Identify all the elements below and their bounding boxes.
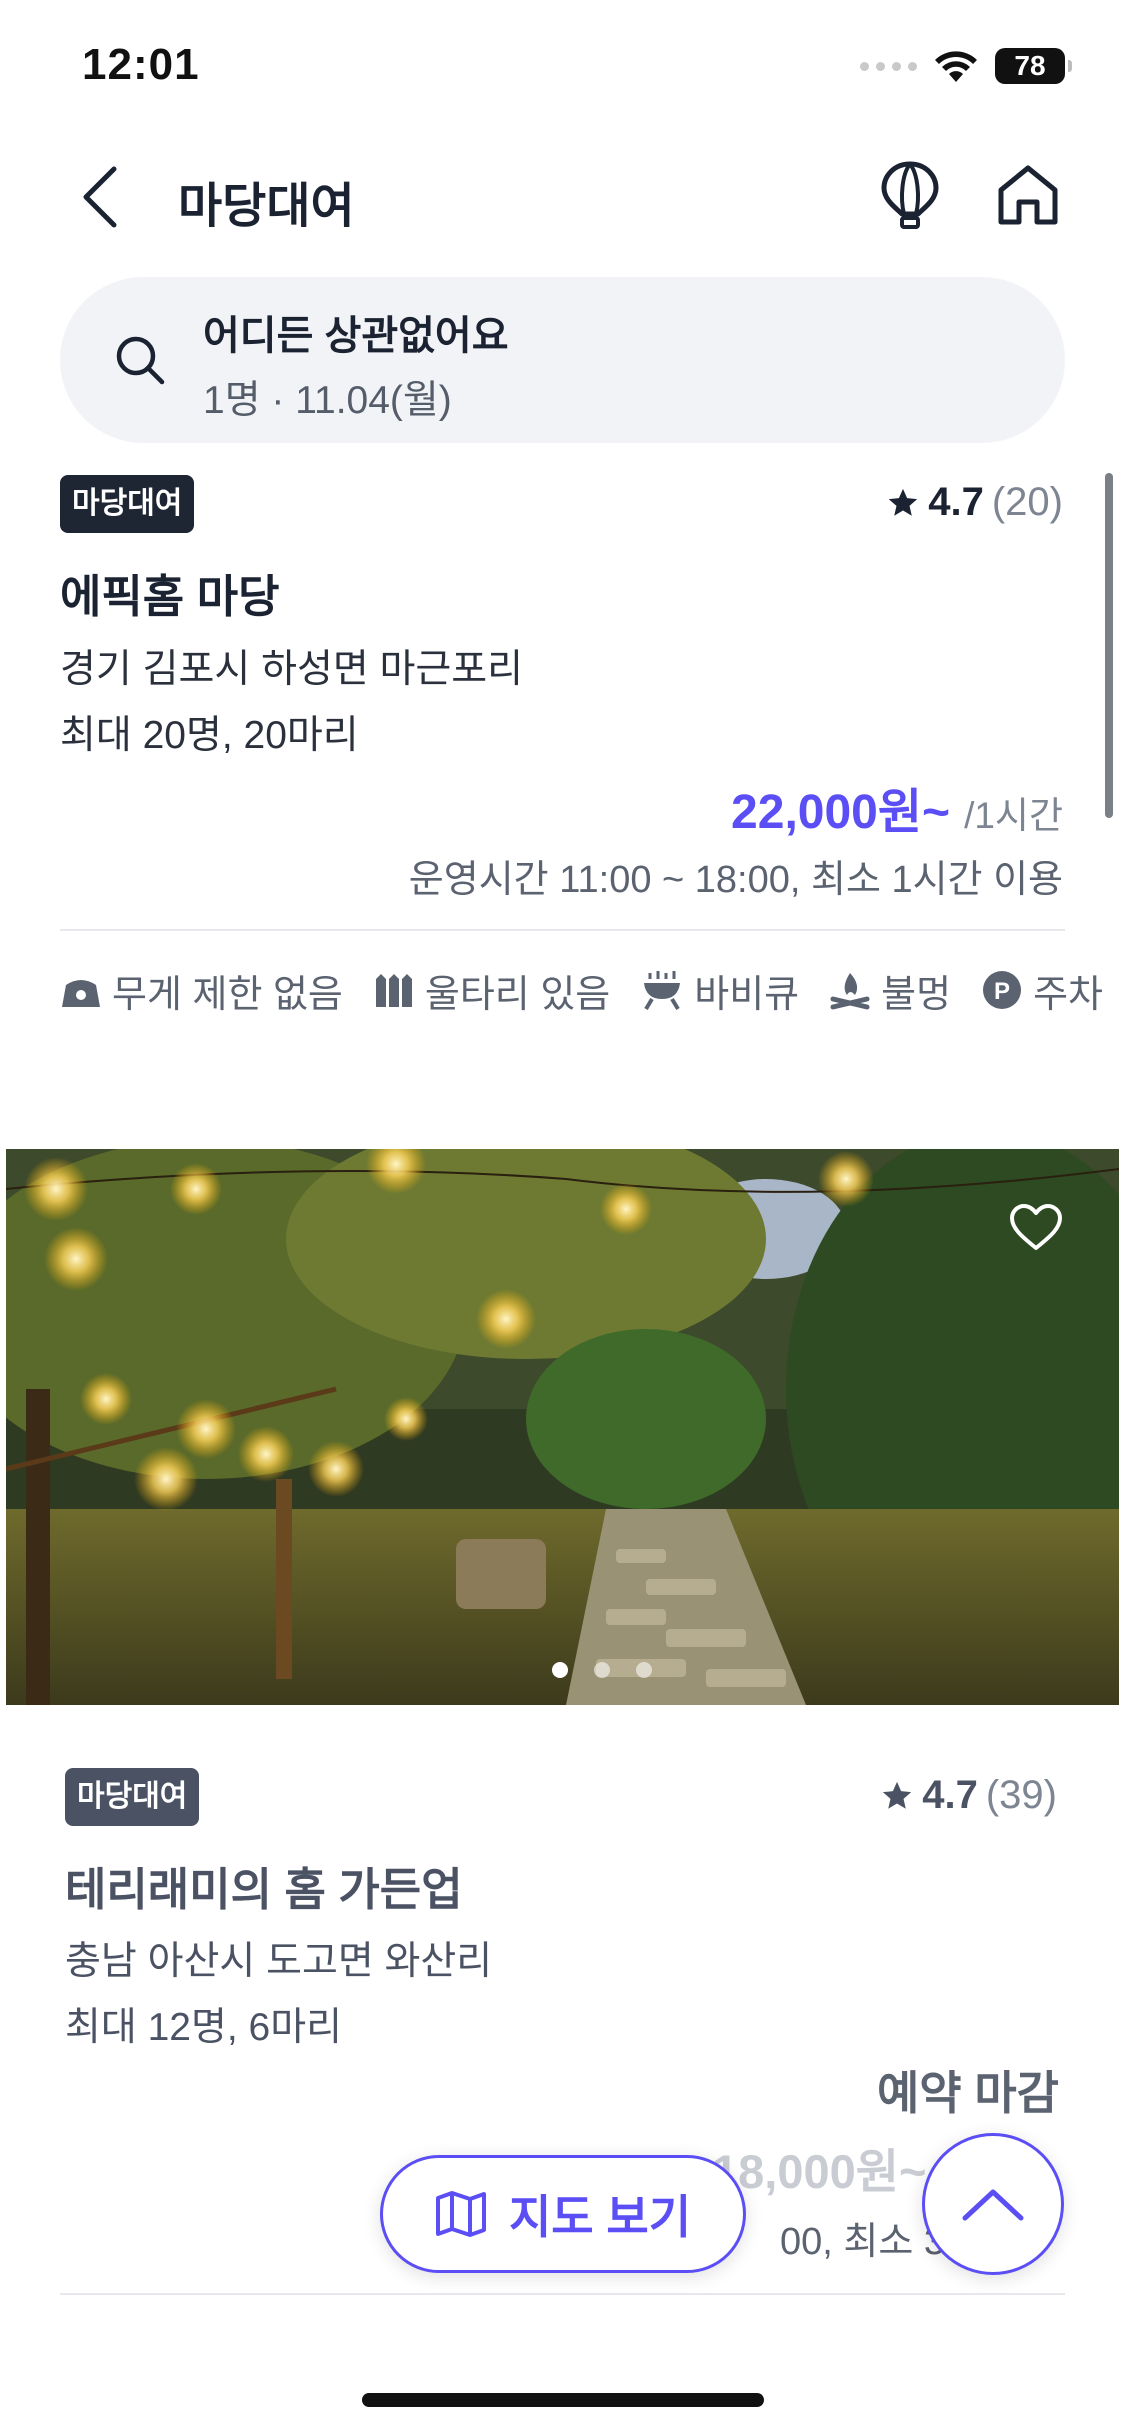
search-filter-summary: 1명 · 11.04(월)	[203, 379, 452, 422]
garden-photo	[6, 1149, 1119, 1705]
svg-text:P: P	[994, 978, 1010, 1005]
review-count: (39)	[985, 1773, 1057, 1817]
heart-icon	[1010, 1204, 1062, 1250]
home-icon	[998, 165, 1058, 225]
back-button[interactable]	[60, 152, 140, 242]
feature-item: 불멍	[829, 963, 951, 1018]
feature-item: 울타리 있음	[373, 963, 610, 1018]
feature-label: 울타리 있음	[424, 973, 611, 1016]
chevron-left-icon	[83, 166, 117, 228]
feature-item: 바비큐	[640, 963, 799, 1018]
rating: 4.7 (39)	[880, 1773, 1057, 1818]
review-count: (20)	[991, 480, 1063, 524]
hot-air-balloon-icon	[881, 161, 939, 229]
operating-hours: 운영시간 11:00 ~ 18:00, 최소 1시간 이용	[408, 859, 1063, 901]
carousel-dot[interactable]	[636, 1662, 652, 1678]
search-icon	[116, 336, 165, 385]
map-icon	[435, 2191, 486, 2237]
reservation-closed-label: 예약 마감	[876, 2067, 1059, 2119]
status-bar: 12:01 78	[0, 0, 1125, 140]
listing-address: 경기 김포시 하성면 마근포리	[60, 648, 524, 691]
category-badge: 마당대여	[65, 1768, 200, 1826]
listing-capacity: 최대 12명, 6마리	[65, 2006, 342, 2049]
listing-title[interactable]: 에픽홈 마당	[60, 560, 280, 625]
scroll-to-top-button[interactable]	[922, 2133, 1064, 2275]
scale-icon	[62, 980, 100, 1007]
map-view-button[interactable]: 지도 보기	[380, 2155, 746, 2273]
status-icons: 78	[860, 48, 1072, 84]
price-row: 22,000원~ /1시간	[731, 772, 1063, 842]
feature-item: P 주차	[981, 963, 1103, 1018]
cellular-signal-icon	[860, 61, 917, 71]
listing-price: 22,000원~	[731, 786, 951, 839]
category-badge: 마당대여	[60, 475, 195, 533]
home-button[interactable]	[985, 150, 1071, 240]
battery-indicator: 78	[995, 48, 1072, 84]
feature-label: 주차	[1033, 973, 1103, 1016]
feature-item: 무게 제한 없음	[60, 963, 343, 1018]
rating-score: 4.7	[922, 1773, 978, 1817]
divider	[60, 929, 1065, 931]
status-time: 12:01	[82, 40, 200, 89]
carousel-dot[interactable]	[594, 1662, 610, 1678]
bbq-icon	[644, 971, 681, 1011]
favorite-button[interactable]	[1005, 1197, 1067, 1259]
wifi-icon	[935, 51, 977, 82]
campfire-icon	[830, 973, 870, 1010]
feature-label: 무게 제한 없음	[112, 973, 343, 1016]
scroll-indicator	[1105, 473, 1113, 818]
home-indicator	[362, 2393, 764, 2407]
listing-capacity: 최대 20명, 20마리	[60, 714, 359, 757]
rating-score: 4.7	[928, 480, 984, 524]
rating: 4.7 (20)	[886, 480, 1063, 525]
chevron-up-icon	[962, 2189, 1024, 2221]
page-title: 마당대여	[178, 180, 355, 233]
search-query: 어디든 상관없어요	[203, 314, 509, 358]
feature-list: 무게 제한 없음 울타리 있음 바비큐 불멍 P 주차	[60, 960, 1103, 1020]
divider	[60, 2293, 1065, 2295]
carousel-dot[interactable]	[552, 1662, 568, 1678]
listing-photo[interactable]	[6, 1149, 1119, 1705]
fence-icon	[375, 974, 412, 1007]
listing-title[interactable]: 테리래미의 홈 가든업	[65, 1853, 463, 1918]
listing-address: 충남 아산시 도고면 와산리	[65, 1940, 493, 1983]
search-bar[interactable]: 어디든 상관없어요 1명 · 11.04(월)	[60, 277, 1065, 443]
map-view-label: 지도 보기	[508, 2191, 692, 2243]
header: 마당대여	[0, 140, 1125, 250]
feature-label: 바비큐	[694, 973, 800, 1016]
balloon-button[interactable]	[870, 150, 950, 240]
feature-label: 불멍	[881, 973, 952, 1016]
star-icon	[883, 1781, 912, 1809]
parking-icon: P	[983, 971, 1022, 1009]
listing-price: 18,000원~	[712, 2145, 927, 2198]
star-icon	[889, 488, 918, 516]
price-unit: /1시간	[964, 795, 1063, 836]
carousel-dots	[552, 1662, 652, 1678]
